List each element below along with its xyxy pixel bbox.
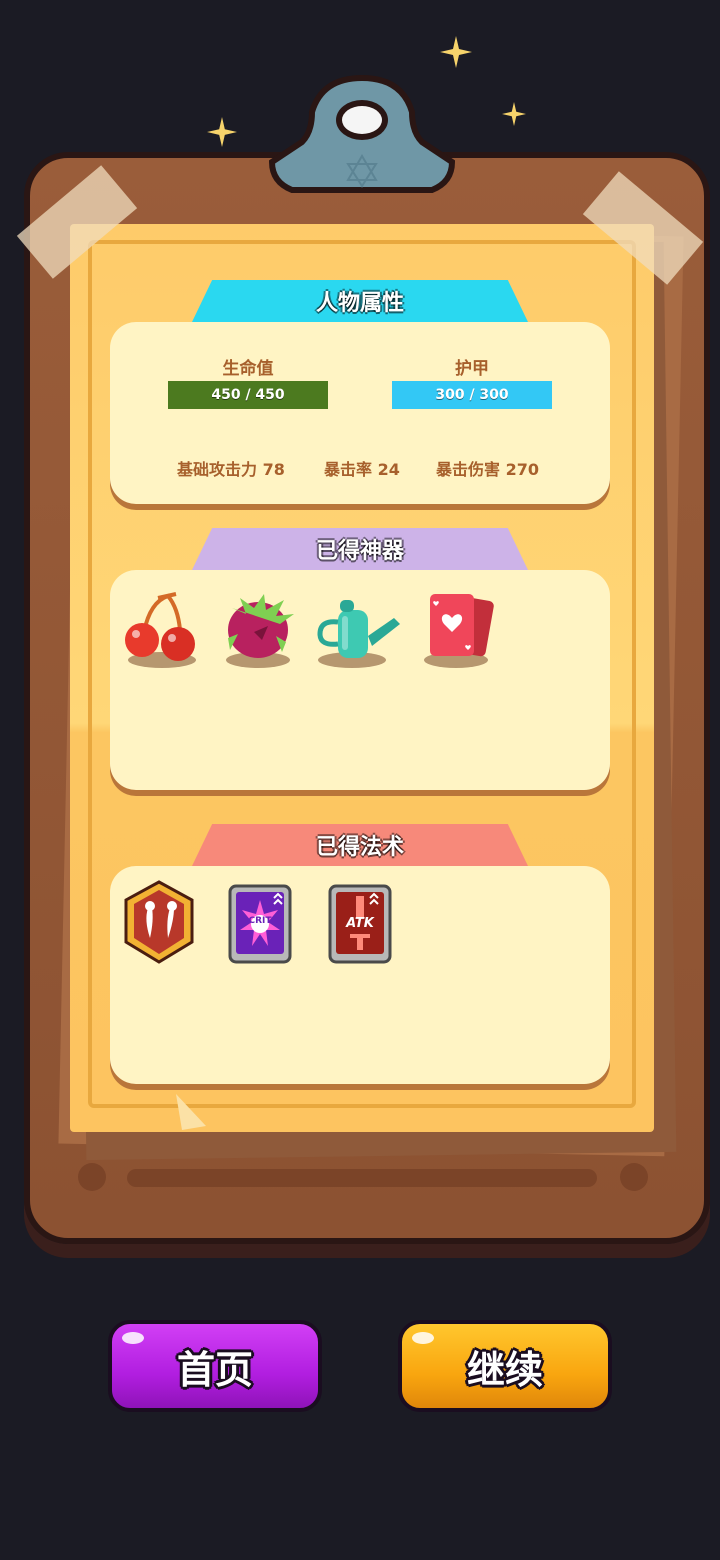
paper-fold [176,1094,206,1130]
sparkle-icon [207,117,237,147]
armor-bar: 300 / 300 [392,381,552,409]
home-button-label: 首页 [176,1347,253,1392]
clipboard-clip [268,74,456,193]
section-title: 人物属性 [315,291,404,316]
cherry-icon[interactable] [120,590,200,672]
section-title: 已得神器 [315,539,404,564]
button-gloss [412,1332,434,1344]
crit-damage-stat: 暴击伤害 270 [436,460,539,479]
game-over-screen: 人物属性 生命值 450 / 450 护甲 300 / 300 基础攻击力 78… [0,0,720,1560]
sparkle-icon [440,36,472,68]
home-button[interactable]: 首页 [108,1320,322,1412]
tab-obtained-spells: 已得法术 [192,824,528,866]
armor-label: 护甲 [455,359,489,379]
screw-icon [620,1163,648,1191]
section-title: 已得法术 [315,835,404,860]
hp-value: 450 / 450 [211,387,285,403]
atk-up-icon[interactable]: ATK [328,884,392,966]
continue-button-label: 继续 [466,1347,543,1392]
atk-label: ATK [346,916,374,931]
hp-bar: 450 / 450 [168,381,328,409]
crit-label: CRIT [248,916,272,926]
sparkle-icon [502,102,526,126]
watering-can-icon[interactable] [316,590,406,672]
tab-obtained-artifacts: 已得神器 [192,528,528,570]
dragon-fruit-icon[interactable] [218,590,298,672]
clipboard-bottom-bar [127,1169,597,1187]
base-attack-stat: 基础攻击力 78 [177,460,285,479]
button-gloss [122,1332,144,1344]
twin-fang-badge-icon[interactable] [124,880,194,968]
tab-character-attributes: 人物属性 [192,280,528,322]
continue-button[interactable]: 继续 [398,1320,612,1412]
armor-value: 300 / 300 [435,387,509,403]
hp-label: 生命值 [222,359,274,379]
crit-up-icon[interactable]: CRIT [228,884,292,966]
crit-rate-stat: 暴击率 24 [324,460,400,479]
heart-cards-icon[interactable] [420,590,500,672]
screw-icon [78,1163,106,1191]
